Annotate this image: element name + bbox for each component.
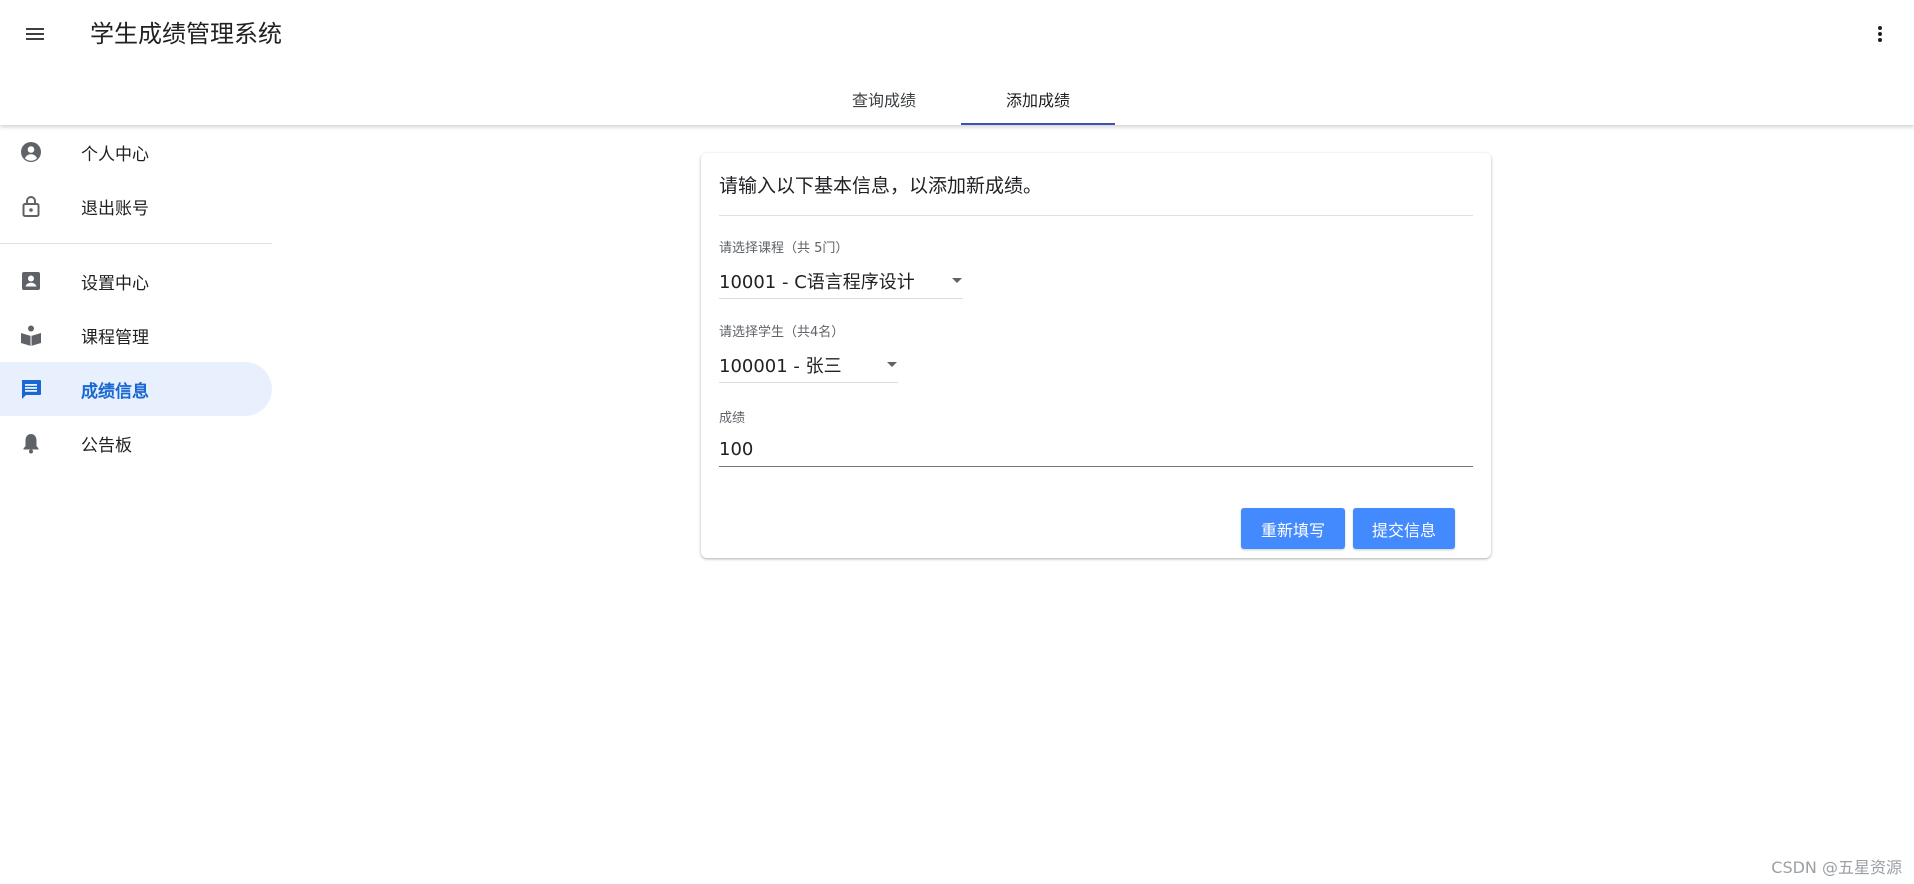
reset-button[interactable]: 重新填写 — [1241, 508, 1345, 549]
more-vert-icon — [1878, 26, 1882, 42]
sidebar-item-bulletin-board[interactable]: 公告板 — [0, 416, 272, 470]
menu-icon — [26, 28, 44, 40]
student-select-value: 100001 - 张三 — [719, 355, 842, 377]
dropdown-arrow-icon — [886, 359, 898, 371]
form-title-divider — [719, 215, 1473, 216]
contact-card-icon — [19, 269, 43, 293]
student-select-label: 请选择学生（共4名） — [719, 325, 845, 340]
sidebar-item-label: 课程管理 — [81, 327, 149, 348]
lock-open-icon — [19, 194, 43, 218]
tab-bar: 查询成绩 添加成绩 — [807, 73, 1115, 125]
app-title: 学生成绩管理系统 — [90, 20, 282, 48]
sidebar-item-label: 退出账号 — [81, 198, 149, 219]
bell-icon — [19, 431, 43, 455]
dropdown-arrow-icon — [951, 275, 963, 287]
score-input-label: 成绩 — [719, 411, 746, 426]
sidebar-item-settings[interactable]: 设置中心 — [0, 254, 272, 308]
student-select[interactable]: 100001 - 张三 — [719, 347, 898, 383]
app-root: 学生成绩管理系统 查询成绩 添加成绩 个人中心 退出账号 设置中心 课程管理 成… — [0, 0, 1914, 884]
course-select-label: 请选择课程（共 5门） — [719, 241, 849, 256]
sidebar-nav: 个人中心 退出账号 设置中心 课程管理 成绩信息 公告板 — [0, 125, 272, 470]
sidebar-item-logout[interactable]: 退出账号 — [0, 179, 272, 233]
score-input[interactable] — [719, 433, 1473, 467]
sidebar-item-label: 公告板 — [81, 435, 132, 456]
course-select[interactable]: 10001 - C语言程序设计 — [719, 263, 963, 299]
sidebar-item-profile[interactable]: 个人中心 — [0, 125, 272, 179]
add-score-form-card: 请输入以下基本信息，以添加新成绩。 请选择课程（共 5门） 10001 - C语… — [701, 153, 1491, 558]
sidebar-item-score-info[interactable]: 成绩信息 — [0, 362, 272, 416]
top-app-bar: 学生成绩管理系统 查询成绩 添加成绩 — [0, 0, 1914, 125]
form-title: 请输入以下基本信息，以添加新成绩。 — [719, 175, 1043, 197]
book-reader-icon — [19, 323, 43, 347]
sidebar-item-label: 个人中心 — [81, 144, 149, 165]
menu-button[interactable] — [15, 14, 55, 54]
chat-message-icon — [19, 377, 43, 401]
more-options-button[interactable] — [1860, 14, 1900, 54]
submit-button[interactable]: 提交信息 — [1353, 508, 1455, 549]
sidebar-divider — [0, 243, 272, 244]
tab-query-scores[interactable]: 查询成绩 — [807, 73, 961, 125]
tab-add-score[interactable]: 添加成绩 — [961, 73, 1115, 125]
sidebar-item-course-management[interactable]: 课程管理 — [0, 308, 272, 362]
account-circle-icon — [19, 140, 43, 164]
watermark: CSDN @五星资源 — [1771, 858, 1902, 877]
sidebar-item-label: 设置中心 — [81, 273, 149, 294]
course-select-value: 10001 - C语言程序设计 — [719, 271, 915, 293]
sidebar-item-label: 成绩信息 — [81, 381, 149, 402]
